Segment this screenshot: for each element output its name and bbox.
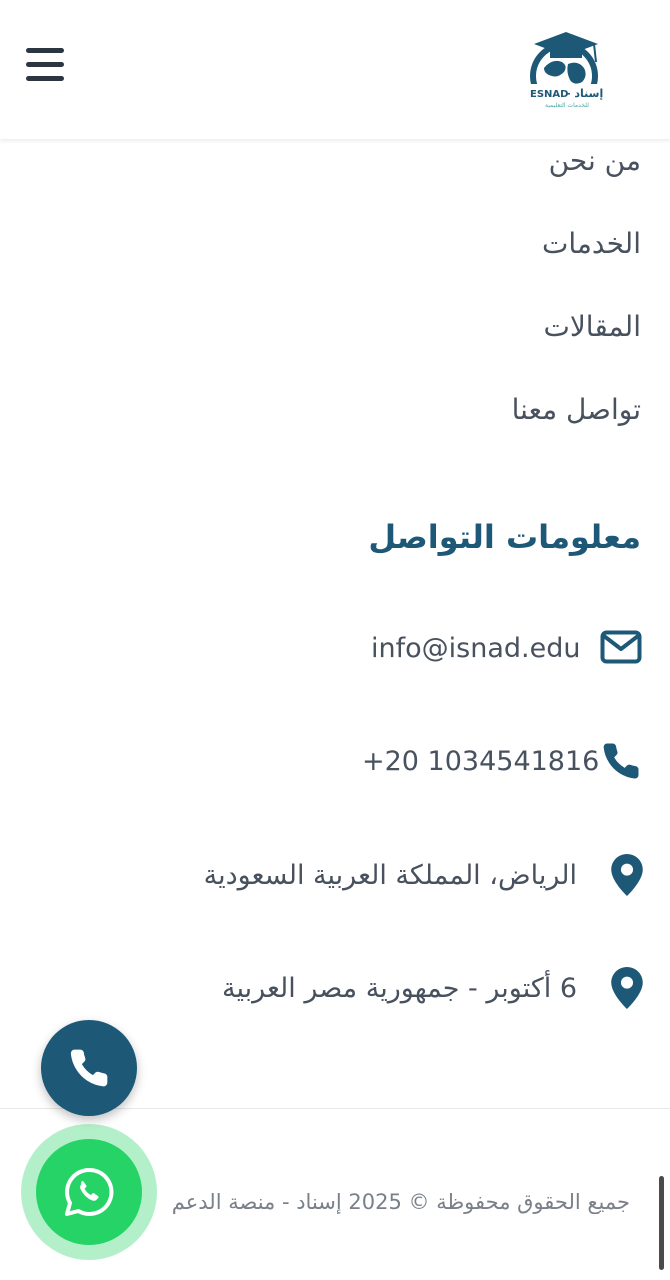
site-header: ESNAD إسناد - للخدمات التعليمية bbox=[0, 0, 670, 139]
envelope-icon bbox=[600, 630, 642, 664]
scrollbar-thumb[interactable] bbox=[659, 1176, 664, 1270]
logo-text-en: ESNAD bbox=[530, 89, 569, 100]
menu-hamburger-icon[interactable] bbox=[26, 48, 64, 82]
whatsapp-button[interactable] bbox=[36, 1139, 142, 1245]
menu-bar bbox=[26, 76, 64, 81]
map-pin-icon bbox=[611, 854, 643, 896]
contact-section-title: معلومات التواصل bbox=[368, 518, 641, 556]
nav-link-articles[interactable]: المقالات bbox=[543, 310, 641, 343]
phone-icon bbox=[70, 1049, 108, 1087]
nav-link-services[interactable]: الخدمات bbox=[542, 227, 641, 260]
phone-icon bbox=[603, 743, 639, 779]
nav-link-about[interactable]: من نحن bbox=[549, 144, 641, 177]
menu-bar bbox=[26, 48, 64, 53]
phone-link[interactable]: +20 1034541816 bbox=[362, 746, 599, 777]
nav-link-contact[interactable]: تواصل معنا bbox=[512, 393, 641, 426]
address-riyadh: الرياض، المملكة العربية السعودية bbox=[203, 860, 577, 891]
copyright-text: جميع الحقوق محفوظة © 2025 إسناد - منصة ا… bbox=[171, 1190, 630, 1214]
map-pin-icon bbox=[611, 967, 643, 1009]
email-link[interactable]: info@isnad.edu bbox=[371, 633, 580, 664]
whatsapp-icon bbox=[65, 1167, 114, 1216]
logo-text-ar: إسناد - bbox=[566, 87, 604, 100]
page: ESNAD إسناد - للخدمات التعليمية من نحن ا… bbox=[0, 0, 670, 1280]
address-october: 6 أكتوبر - جمهورية مصر العربية bbox=[222, 973, 577, 1004]
menu-bar bbox=[26, 62, 64, 67]
logo-subtitle: للخدمات التعليمية bbox=[545, 102, 589, 109]
call-button[interactable] bbox=[41, 1020, 137, 1116]
